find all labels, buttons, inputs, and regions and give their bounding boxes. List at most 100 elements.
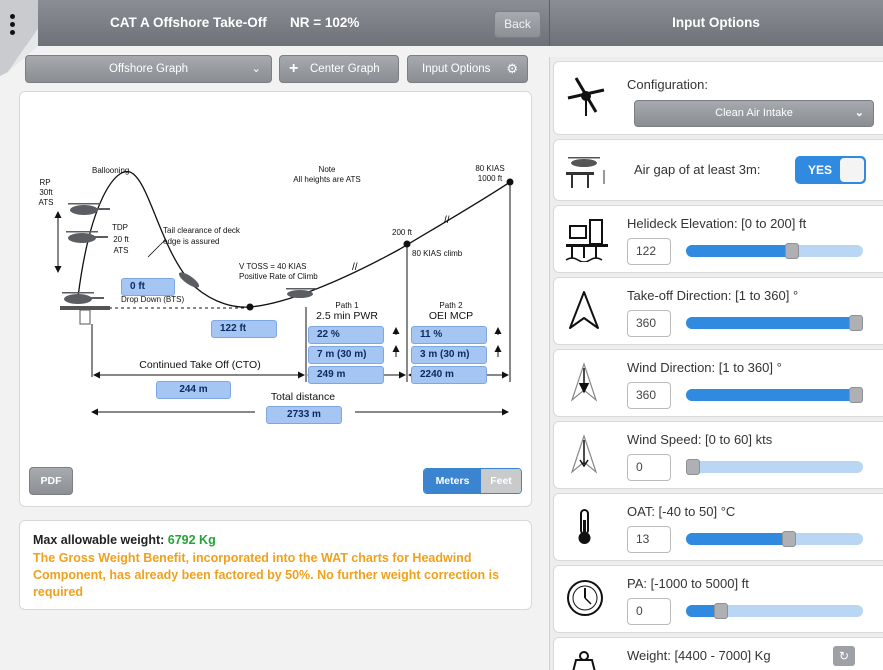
meters-option[interactable]: Meters [424,469,481,493]
path1-distance-value: 249 m [308,366,384,384]
pa-label: PA: [-1000 to 5000] ft [627,576,749,591]
configuration-row: Configuration: Clean Air Intake ⌄ [553,61,883,135]
weight-benefit-note: The Gross Weight Benefit, incorporated i… [33,551,500,599]
svg-text://: // [444,215,450,226]
profile-diagram: // // [54,170,514,416]
slider-thumb[interactable] [782,531,797,547]
tail-clearance-label-2: edge is assured [163,237,220,246]
total-distance-value: 2733 m [266,406,342,424]
thermometer-icon [578,509,591,544]
chevron-down-icon: ⌄ [854,107,864,119]
slider-thumb[interactable] [785,243,800,259]
slider-thumb[interactable] [849,315,863,331]
positive-rate-label: Positive Rate of Climb [239,272,318,281]
weight-icon [572,651,596,670]
pa-row: PA: [-1000 to 5000] ft 0 [553,565,883,633]
graph-select-dropdown[interactable]: Offshore Graph ⌄ [25,55,272,83]
wind-speed-input[interactable]: 0 [627,454,671,481]
input-options-panel: Configuration: Clean Air Intake ⌄ Air ga… [549,57,883,670]
rp-30ft-label: 30ft [39,188,53,197]
max-weight-label: Max allowable weight: [33,533,165,547]
cto-label: Continued Take Off (CTO) [139,359,261,371]
page-title: CAT A Offshore Take-Off [110,15,267,30]
path1-gradient-value: 22 % [308,326,384,344]
ft200-label: 200 ft [392,228,413,237]
takeoff-direction-input[interactable]: 360 [627,310,671,337]
tail-clearance-label: Tail clearance of deck [163,226,240,235]
toggle-knob [840,158,864,182]
tdp-20ft-label: 20 ft [113,235,129,244]
drop-down-value: 0 ft [121,278,175,296]
helideck-elevation-row: Helideck Elevation: [0 to 200] ft 122 [553,205,883,273]
center-graph-button[interactable]: + Center Graph [279,55,399,83]
back-button[interactable]: Back [494,11,541,38]
takeoff-profile-graph: // // Ballooning Note All heights are AT… [19,91,532,507]
slider-thumb[interactable] [686,459,700,475]
slider-fill [686,533,790,545]
center-graph-label: Center Graph [310,63,380,75]
max-weight-line: Max allowable weight: 6792 Kg [33,533,518,547]
input-options-button[interactable]: Input Options ⚙ [407,55,528,83]
min-height-value: 122 ft [211,320,277,338]
pa-input[interactable]: 0 [627,598,671,625]
rp-ats-label: ATS [38,198,54,207]
air-gap-label: Air gap of at least 3m: [634,162,761,177]
plus-icon: + [289,60,299,77]
drop-down-label: Drop Down (BTS) [121,295,185,304]
gear-icon: ⚙ [506,61,518,76]
kias-climb-label: 80 KIAS climb [412,249,463,258]
path1-height-value: 7 m (30 m) [308,346,384,364]
note-heights-label: All heights are ATS [293,175,361,184]
helideck-elevation-input[interactable]: 122 [627,238,671,265]
nr-value: NR = 102% [290,15,360,30]
input-options-title: Input Options [672,15,760,30]
path2-label: OEI MCP [428,310,474,322]
units-toggle[interactable]: Meters Feet [423,468,522,494]
air-gap-toggle[interactable]: YES [795,156,866,184]
slider-thumb[interactable] [713,603,728,619]
helideck-icon [565,219,608,262]
slider-thumb[interactable] [849,387,863,403]
wind-direction-label: Wind Direction: [1 to 360] ° [627,360,782,375]
max-weight-value: 6792 Kg [167,533,216,547]
input-options-label: Input Options [422,63,491,75]
path2-gradient-value: 11 % [411,326,487,344]
note-label: Note [318,165,336,174]
configuration-select[interactable]: Clean Air Intake ⌄ [634,100,874,127]
ballooning-label: Ballooning [92,166,130,175]
weight-result-panel: Max allowable weight: 6792 Kg The Gross … [19,520,532,610]
main-header-bar [0,0,549,46]
path2-distance-value: 2240 m [411,366,487,384]
slider-fill [686,389,856,401]
wind-speed-label: Wind Speed: [0 to 60] kts [627,432,773,447]
slider-fill [686,245,793,257]
pdf-button[interactable]: PDF [29,467,73,495]
vtoss-label: V TOSS = 40 KIAS [239,262,307,271]
pa-slider[interactable] [686,603,863,619]
path2-height-value: 3 m (30 m) [411,346,487,364]
oat-input[interactable]: 13 [627,526,671,553]
oat-row: OAT: [-40 to 50] °C 13 [553,493,883,561]
path1-label: 2.5 min PWR [316,310,378,322]
takeoff-direction-label: Take-off Direction: [1 to 360] ° [627,288,799,303]
wind-direction-input[interactable]: 360 [627,382,671,409]
oat-slider[interactable] [686,531,863,547]
cto-distance-value: 244 m [156,381,231,399]
helicopter-icon [567,77,605,116]
takeoff-direction-row: Take-off Direction: [1 to 360] ° 360 [553,277,883,345]
refresh-icon[interactable]: ↻ [833,646,855,666]
wind-speed-slider[interactable] [686,459,863,475]
wind-direction-row: Wind Direction: [1 to 360] ° 360 [553,349,883,417]
weight-input-label: Weight: [4400 - 7000] Kg [627,648,771,663]
graph-select-label: Offshore Graph [108,63,189,75]
altimeter-icon [567,580,603,616]
tdp-ats-label: ATS [113,246,129,255]
feet-option[interactable]: Feet [481,469,521,493]
slider-fill [686,317,856,329]
helideck-elevation-label: Helideck Elevation: [0 to 200] ft [627,216,807,231]
helideck-elevation-slider[interactable] [686,243,863,259]
kias80-top-label: 80 KIAS [475,164,505,173]
menu-icon[interactable] [10,14,18,36]
wind-direction-slider[interactable] [686,387,863,403]
takeoff-direction-slider[interactable] [686,315,863,331]
